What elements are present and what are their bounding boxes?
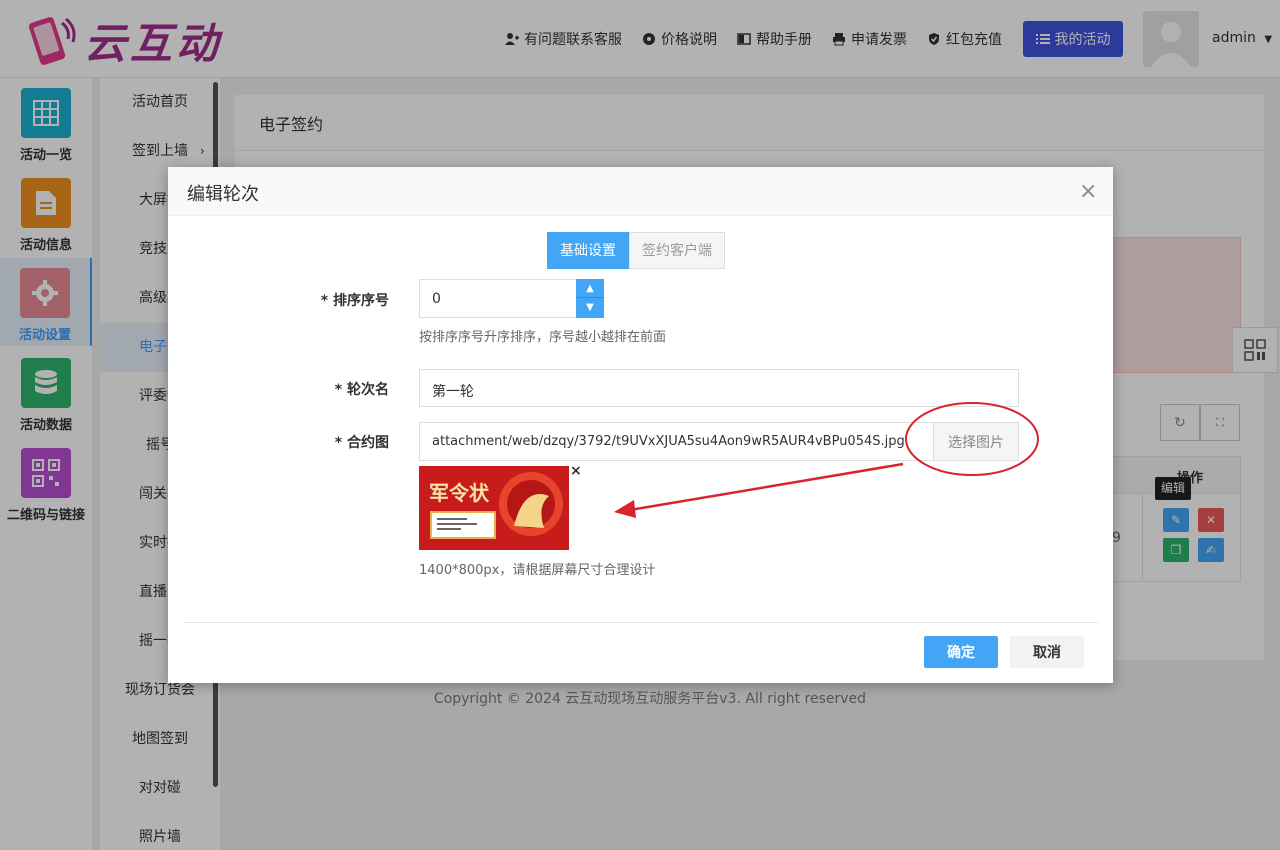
sort-order-input[interactable]: 0 ▲ ▼	[419, 279, 604, 318]
thumb-title: 军令状	[429, 481, 490, 505]
dialog-header: 编辑轮次 ×	[168, 167, 1113, 216]
contract-image-thumbnail[interactable]: 军令状	[419, 466, 569, 550]
chevron-down-icon[interactable]: ▼	[576, 298, 604, 317]
tab-basic-settings[interactable]: 基础设置	[547, 232, 629, 269]
sort-order-value: 0	[432, 291, 441, 307]
chevron-up-icon[interactable]: ▲	[576, 279, 604, 298]
round-name-value: 第一轮	[432, 384, 474, 400]
number-stepper: ▲ ▼	[576, 279, 604, 318]
image-size-help: 1400*800px，请根据屏幕尺寸合理设计	[419, 563, 656, 578]
contract-image-preview: 军令状	[419, 466, 569, 550]
choose-image-button[interactable]: 选择图片	[933, 422, 1019, 461]
edit-round-dialog: 编辑轮次 × 基础设置 签约客户端 * 排序序号 0 ▲ ▼ 按排序序号升序排序…	[168, 167, 1113, 683]
contract-image-label: * 合约图	[334, 435, 389, 451]
confirm-button[interactable]: 确定	[924, 636, 998, 668]
sort-order-label: * 排序序号	[320, 293, 389, 309]
close-icon[interactable]: ×	[1079, 179, 1097, 204]
round-name-input[interactable]: 第一轮	[419, 369, 1019, 407]
round-name-label: * 轮次名	[334, 382, 389, 398]
tab-signing-client[interactable]: 签约客户端	[629, 232, 725, 269]
contract-image-path-input[interactable]: attachment/web/dzqy/3792/t9UVxXJUA5su4Ao…	[419, 422, 1019, 461]
remove-image-icon[interactable]: ×	[570, 463, 582, 479]
dialog-tabs: 基础设置 签约客户端	[547, 232, 725, 269]
dialog-title: 编辑轮次	[187, 184, 259, 205]
contract-image-path: attachment/web/dzqy/3792/t9UVxXJUA5su4Ao…	[432, 434, 905, 449]
sort-order-help: 按排序序号升序排序，序号越小越排在前面	[419, 330, 667, 345]
divider	[183, 622, 1098, 623]
cancel-button[interactable]: 取消	[1010, 636, 1084, 668]
copyright-footer: Copyright © 2024 云互动现场互动服务平台v3. All righ…	[433, 691, 867, 707]
